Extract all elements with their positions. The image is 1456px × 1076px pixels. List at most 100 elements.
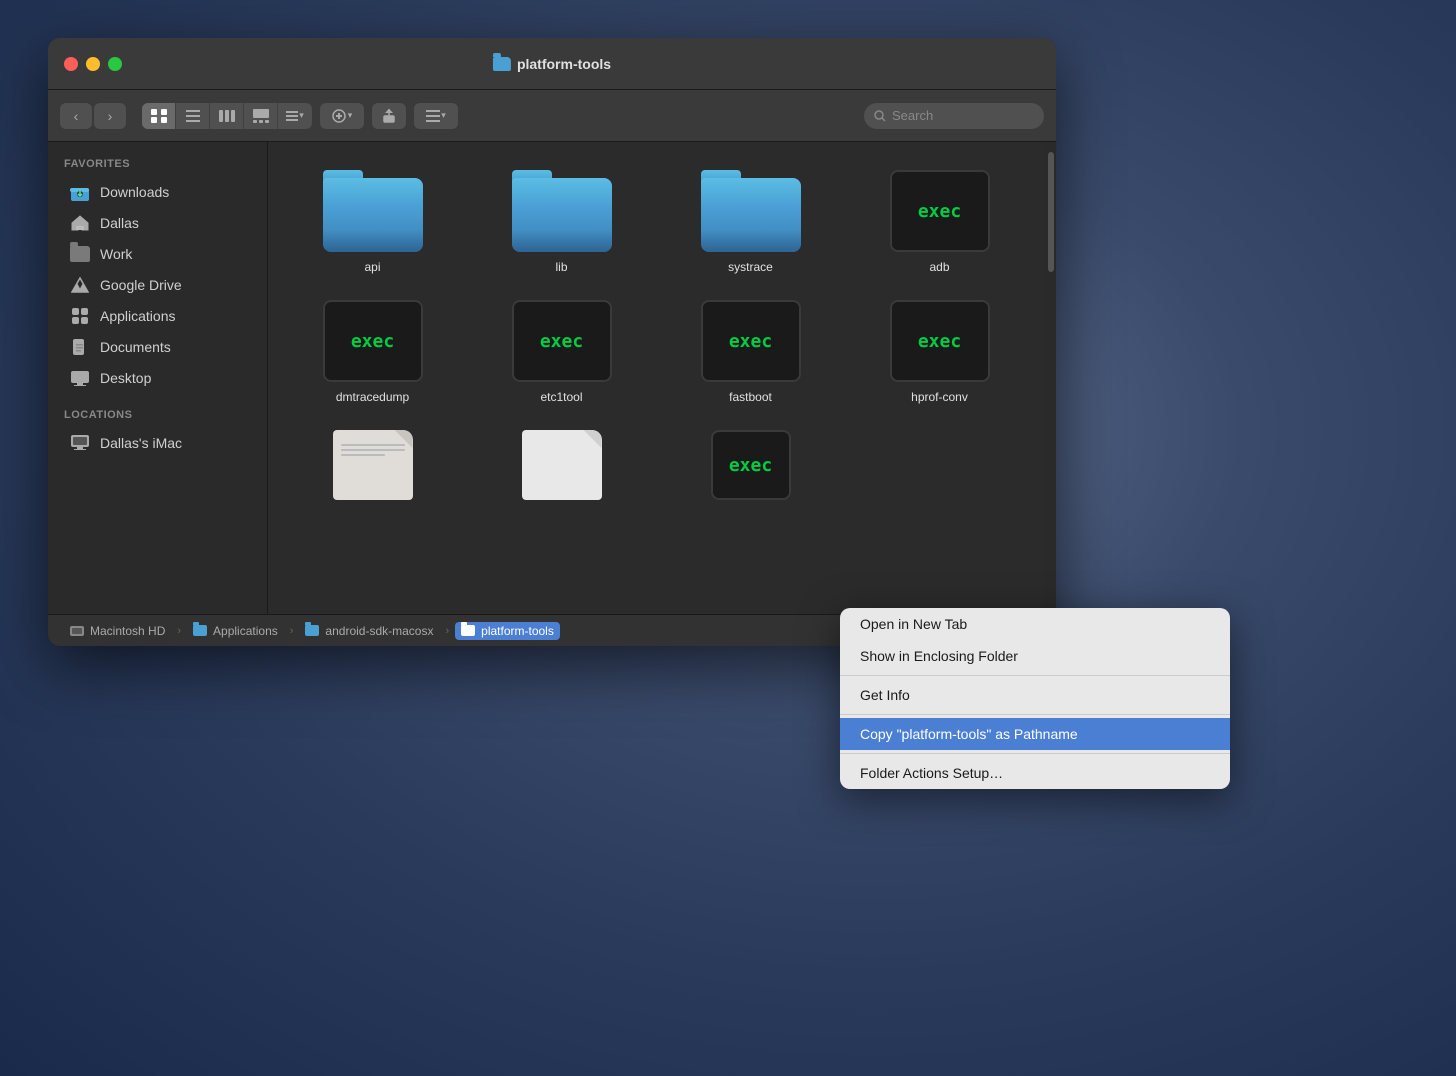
file-item-fastboot[interactable]: exec fastboot: [666, 292, 835, 412]
favorites-section-title: Favorites: [48, 158, 267, 176]
etc1tool-exec-icon: exec: [512, 300, 612, 382]
share-button[interactable]: [372, 103, 406, 129]
applications-icon: [70, 306, 90, 326]
desktop-icon: [70, 368, 90, 388]
sidebar-item-work[interactable]: Work: [54, 239, 261, 269]
breadcrumb-android-sdk-icon: [305, 625, 319, 636]
file-item-adb[interactable]: exec adb: [855, 162, 1024, 282]
window-title: platform-tools: [493, 56, 611, 72]
file-item-systrace[interactable]: systrace: [666, 162, 835, 282]
scrollbar-track[interactable]: [1044, 142, 1056, 614]
breadcrumb-sep-2: ›: [290, 625, 294, 637]
dmtracedump-filename: dmtracedump: [336, 390, 409, 404]
breadcrumb-applications-label: Applications: [213, 624, 278, 638]
view-options-button[interactable]: ▾: [278, 103, 312, 129]
fastboot-filename: fastboot: [729, 390, 772, 404]
sidebar-item-documents[interactable]: Documents: [54, 332, 261, 362]
sidebar-item-desktop[interactable]: Desktop: [54, 363, 261, 393]
computer-icon: [70, 433, 90, 453]
sidebar-item-dallas-imac[interactable]: Dallas's iMac: [54, 428, 261, 458]
documents-icon: [70, 337, 90, 357]
list-view-button[interactable]: [176, 103, 210, 129]
dallas-label: Dallas: [100, 215, 139, 231]
title-text: platform-tools: [517, 56, 611, 72]
icon-view-button[interactable]: [142, 103, 176, 129]
main-content: Favorites Downloads: [48, 142, 1056, 614]
scrollbar-thumb[interactable]: [1048, 152, 1054, 272]
back-button[interactable]: ‹: [60, 103, 92, 129]
context-menu-folder-actions[interactable]: Folder Actions Setup…: [840, 757, 1230, 789]
google-drive-icon: [70, 275, 90, 295]
api-folder-icon: [323, 170, 423, 252]
maximize-button[interactable]: [108, 57, 122, 71]
breadcrumb-platform-tools-icon: [461, 625, 475, 636]
file-item-hprof-conv[interactable]: exec hprof-conv: [855, 292, 1024, 412]
sidebar-item-downloads[interactable]: Downloads: [54, 177, 261, 207]
minimize-button[interactable]: [86, 57, 100, 71]
file-item-api[interactable]: api: [288, 162, 457, 282]
file-item-partial1[interactable]: [288, 422, 457, 508]
search-bar[interactable]: Search: [864, 103, 1044, 129]
context-menu-show-enclosing[interactable]: Show in Enclosing Folder: [840, 640, 1230, 672]
api-filename: api: [364, 260, 380, 274]
column-view-button[interactable]: [210, 103, 244, 129]
context-menu-sep-3: [840, 753, 1230, 754]
file-grid: api lib systrace: [268, 142, 1044, 614]
context-menu-open-new-tab[interactable]: Open in New Tab: [840, 608, 1230, 640]
desktop-label: Desktop: [100, 370, 151, 386]
breadcrumb-applications-icon: [193, 625, 207, 636]
google-drive-label: Google Drive: [100, 277, 182, 293]
file-item-lib[interactable]: lib: [477, 162, 646, 282]
fastboot-exec-icon: exec: [701, 300, 801, 382]
forward-button[interactable]: ›: [94, 103, 126, 129]
breadcrumb-android-sdk[interactable]: android-sdk-macosx: [299, 622, 439, 640]
file-item-etc1tool[interactable]: exec etc1tool: [477, 292, 646, 412]
title-bar: platform-tools: [48, 38, 1056, 90]
sidebar-item-dallas[interactable]: Dallas: [54, 208, 261, 238]
context-menu-sep-1: [840, 675, 1230, 676]
breadcrumb-android-sdk-label: android-sdk-macosx: [325, 624, 433, 638]
nav-buttons: ‹ ›: [60, 103, 126, 129]
downloads-label: Downloads: [100, 184, 169, 200]
breadcrumb-sep-1: ›: [177, 625, 181, 637]
file-item-partial2[interactable]: [477, 422, 646, 508]
file-item-dmtracedump[interactable]: exec dmtracedump: [288, 292, 457, 412]
action-button[interactable]: ▾: [320, 103, 364, 129]
breadcrumb-hd-label: Macintosh HD: [90, 624, 165, 638]
documents-label: Documents: [100, 339, 171, 355]
breadcrumb-platform-tools[interactable]: platform-tools: [455, 622, 560, 640]
close-button[interactable]: [64, 57, 78, 71]
breadcrumb-platform-tools-label: platform-tools: [481, 624, 554, 638]
work-folder-icon: [70, 244, 90, 264]
context-menu-get-info[interactable]: Get Info: [840, 679, 1230, 711]
breadcrumb-applications[interactable]: Applications: [187, 622, 284, 640]
view-buttons: ▾: [142, 103, 312, 129]
title-folder-icon: [493, 57, 511, 71]
sidebar-item-google-drive[interactable]: Google Drive: [54, 270, 261, 300]
tag-button[interactable]: ▾: [414, 103, 458, 129]
adb-exec-icon: exec: [890, 170, 990, 252]
adb-filename: adb: [929, 260, 949, 274]
lib-filename: lib: [555, 260, 567, 274]
context-menu: Open in New Tab Show in Enclosing Folder…: [840, 608, 1230, 789]
download-icon: [70, 182, 90, 202]
etc1tool-filename: etc1tool: [540, 390, 582, 404]
partial3-exec-icon: exec: [711, 430, 791, 500]
toolbar: ‹ ›: [48, 90, 1056, 142]
dmtracedump-exec-icon: exec: [323, 300, 423, 382]
locations-section-title: Locations: [48, 409, 267, 427]
context-menu-copy-pathname[interactable]: Copy "platform-tools" as Pathname: [840, 718, 1230, 750]
context-menu-sep-2: [840, 714, 1230, 715]
applications-label: Applications: [100, 308, 176, 324]
breadcrumb-macintosh-hd[interactable]: Macintosh HD: [64, 622, 171, 640]
sidebar-item-applications[interactable]: Applications: [54, 301, 261, 331]
file-item-partial3[interactable]: exec: [666, 422, 835, 508]
home-icon: [70, 213, 90, 233]
sidebar: Favorites Downloads: [48, 142, 268, 614]
gallery-view-button[interactable]: [244, 103, 278, 129]
hprof-conv-exec-icon: exec: [890, 300, 990, 382]
dallas-imac-label: Dallas's iMac: [100, 435, 182, 451]
breadcrumb-sep-3: ›: [445, 625, 449, 637]
systrace-folder-icon: [701, 170, 801, 252]
hprof-conv-filename: hprof-conv: [911, 390, 968, 404]
